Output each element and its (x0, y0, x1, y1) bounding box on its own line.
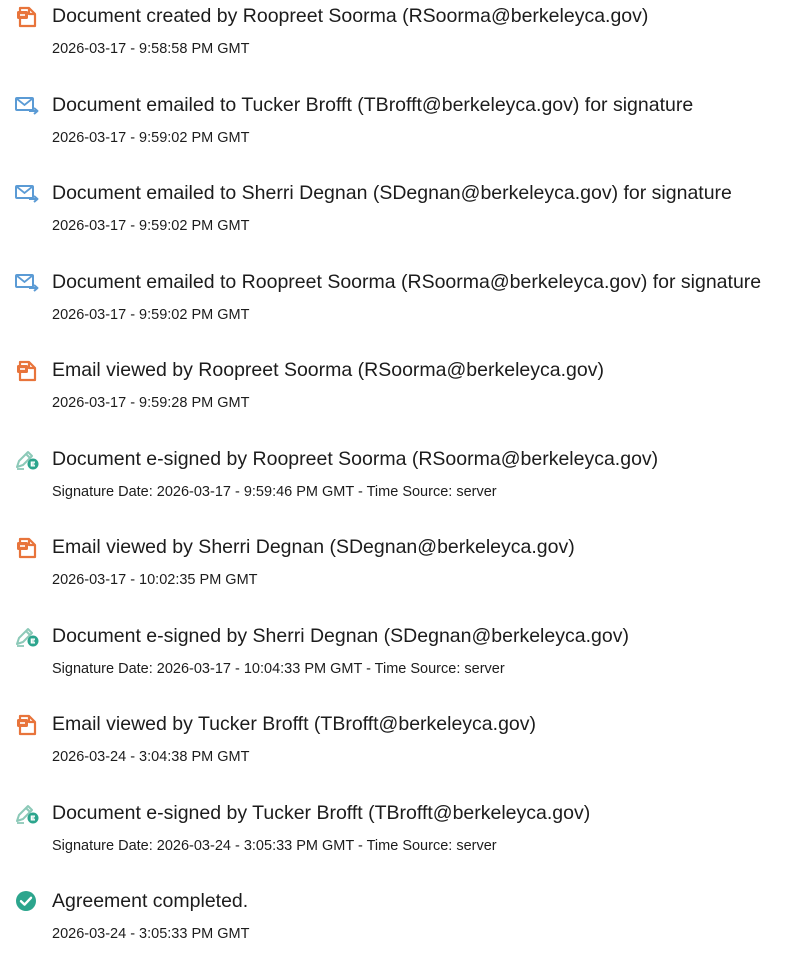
event-description: Email viewed by Sherri Degnan (SDegnan@b… (52, 536, 575, 558)
event-timestamp: 2026-03-17 - 9:59:28 PM GMT (52, 395, 250, 411)
email-icon (14, 181, 40, 205)
event-timestamp: Signature Date: 2026-03-17 - 9:59:46 PM … (52, 483, 497, 500)
event-timestamp: 2026-03-17 - 9:59:02 PM GMT (52, 218, 250, 234)
event-timestamp: 2026-03-24 - 3:04:38 PM GMT (52, 749, 250, 765)
history-event: Document e-signed by Sherri Degnan (SDeg… (0, 620, 802, 709)
history-event: Document emailed to Tucker Brofft (TBrof… (0, 89, 802, 178)
event-description: Email viewed by Tucker Brofft (TBrofft@b… (52, 713, 537, 735)
document-icon (14, 358, 40, 382)
history-event: Document created by Roopreet Soorma (RSo… (0, 0, 802, 89)
event-description: Agreement completed. (52, 890, 249, 912)
event-timestamp: 2026-03-17 - 9:59:02 PM GMT (52, 306, 250, 323)
checkmark-circle-icon (14, 889, 40, 913)
event-description: Document e-signed by Tucker Brofft (TBro… (52, 801, 591, 824)
event-timestamp: Signature Date: 2026-03-17 - 10:04:33 PM… (52, 660, 505, 677)
e-sign-icon (14, 624, 40, 648)
history-event: Document emailed to Sherri Degnan (SDegn… (0, 177, 802, 266)
history-event: Email viewed by Sherri Degnan (SDegnan@b… (0, 531, 802, 620)
event-timestamp: 2026-03-17 - 9:58:58 PM GMT (52, 41, 250, 57)
event-description: Document created by Roopreet Soorma (RSo… (52, 5, 649, 27)
audit-history-list: Document created by Roopreet Soorma (RSo… (0, 0, 802, 974)
email-icon (14, 93, 40, 117)
history-event: Agreement completed. 2026-03-24 - 3:05:3… (0, 885, 802, 974)
event-description: Document e-signed by Sherri Degnan (SDeg… (52, 624, 629, 647)
event-description: Document e-signed by Roopreet Soorma (RS… (52, 447, 659, 470)
history-event: Document e-signed by Roopreet Soorma (RS… (0, 443, 802, 532)
document-icon (14, 712, 40, 736)
history-event: Document e-signed by Tucker Brofft (TBro… (0, 797, 802, 886)
history-event: Document emailed to Roopreet Soorma (RSo… (0, 266, 802, 355)
event-description: Email viewed by Roopreet Soorma (RSoorma… (52, 359, 604, 381)
document-icon (14, 535, 40, 559)
event-description: Document emailed to Sherri Degnan (SDegn… (52, 182, 732, 204)
event-description: Document emailed to Tucker Brofft (TBrof… (52, 93, 694, 116)
document-icon (14, 4, 40, 28)
history-event: Email viewed by Tucker Brofft (TBrofft@b… (0, 708, 802, 797)
email-icon (14, 270, 40, 294)
e-sign-icon (14, 447, 40, 471)
event-timestamp: 2026-03-17 - 9:59:02 PM GMT (52, 129, 250, 146)
e-sign-icon (14, 801, 40, 825)
history-event: Email viewed by Roopreet Soorma (RSoorma… (0, 354, 802, 443)
event-description: Document emailed to Roopreet Soorma (RSo… (52, 270, 762, 293)
event-timestamp: Signature Date: 2026-03-24 - 3:05:33 PM … (52, 837, 497, 854)
event-timestamp: 2026-03-24 - 3:05:33 PM GMT (52, 926, 250, 942)
event-timestamp: 2026-03-17 - 10:02:35 PM GMT (52, 572, 258, 588)
